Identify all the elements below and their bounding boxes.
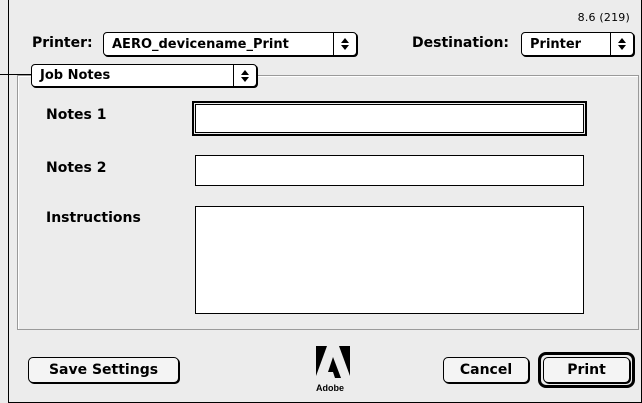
notes2-label: Notes 2	[46, 160, 107, 176]
save-settings-button[interactable]: Save Settings	[28, 357, 179, 383]
printer-label: Printer:	[32, 35, 93, 51]
panel-popup-value: Job Notes	[40, 68, 111, 83]
printer-popup[interactable]: AERO_devicename_Print	[103, 32, 357, 56]
registered-mark: ®	[345, 348, 350, 356]
notes2-field[interactable]	[195, 155, 584, 186]
destination-popup-value: Printer	[530, 36, 582, 52]
notes1-field[interactable]	[192, 101, 587, 136]
print-button[interactable]: Print	[543, 357, 630, 383]
cancel-button[interactable]: Cancel	[443, 357, 529, 383]
adobe-logo-icon: ®	[316, 346, 350, 378]
destination-popup[interactable]: Printer	[521, 32, 634, 56]
print-dialog: 8.6 (219) Printer: AERO_devicename_Print…	[0, 0, 642, 403]
dialog-frame-left	[8, 0, 9, 403]
printer-popup-value: AERO_devicename_Print	[112, 36, 289, 52]
popup-arrows-icon	[233, 65, 256, 86]
version-label: 8.6 (219)	[577, 11, 630, 24]
panel-leader-line	[0, 74, 31, 75]
destination-label: Destination:	[412, 35, 510, 51]
popup-arrows-icon	[333, 33, 356, 55]
instructions-label: Instructions	[46, 210, 141, 226]
instructions-field[interactable]	[195, 206, 584, 314]
adobe-logo-text: Adobe	[316, 383, 344, 393]
notes1-label: Notes 1	[46, 107, 107, 123]
popup-arrows-icon	[610, 33, 633, 55]
panel-popup[interactable]: Job Notes	[31, 64, 257, 87]
